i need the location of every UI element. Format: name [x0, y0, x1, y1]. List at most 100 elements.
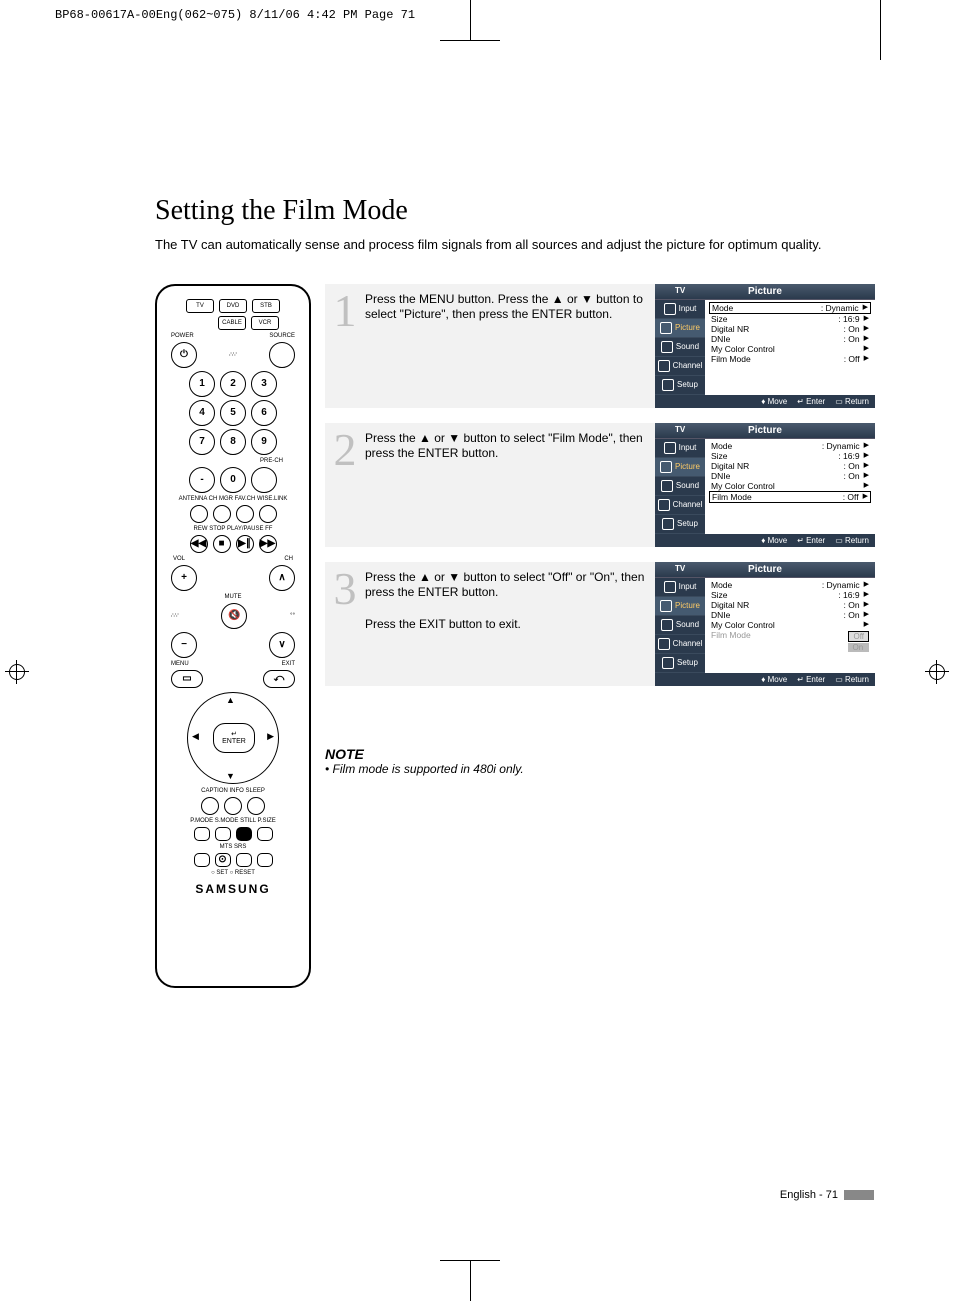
note-text: • Film mode is supported in 480i only.	[325, 762, 875, 776]
osd-sidebar-item: Picture	[655, 458, 705, 477]
pmode-btn	[194, 827, 210, 841]
osd-footer: ♦ Move↵ Enter▭ Return	[655, 673, 875, 686]
sidebar-icon	[658, 638, 670, 650]
footer-move: ♦ Move	[761, 675, 787, 684]
step-text: Press the ▲ or ▼ button to select "Film …	[365, 423, 655, 470]
bottom-labels1: CAPTION INFO SLEEP	[163, 788, 303, 794]
footer-return: ▭ Return	[835, 536, 869, 545]
sidebar-icon	[661, 341, 673, 353]
osd-sidebar-item: Picture	[655, 319, 705, 338]
note-heading: NOTE	[325, 746, 875, 762]
osd-main: Mode: Dynamic▶Size: 16:9▶Digital NR: On▶…	[705, 578, 875, 673]
osd-tv-indicator: TV	[675, 286, 685, 295]
bottom-labels3: MTS SRS	[163, 844, 303, 850]
osd-main: Mode: Dynamic▶Size: 16:9▶Digital NR: On▶…	[705, 300, 875, 395]
chmgr-btn	[213, 505, 231, 523]
osd-tv-indicator: TV	[675, 564, 685, 573]
sidebar-icon	[660, 461, 672, 473]
print-header: BP68-00617A-00Eng(062~075) 8/11/06 4:42 …	[55, 8, 415, 22]
ch-label: CH	[284, 556, 293, 562]
osd-screenshot: TVPictureInputPictureSoundChannelSetupMo…	[655, 284, 875, 408]
brand-label: SAMSUNG	[163, 882, 303, 896]
osd-footer: ♦ Move↵ Enter▭ Return	[655, 534, 875, 547]
osd-sidebar-item: Channel	[655, 357, 705, 376]
blank-c	[236, 853, 252, 867]
stop-btn: ■	[213, 535, 231, 553]
psize-btn	[257, 827, 273, 841]
favch-btn	[236, 505, 254, 523]
registration-mark	[925, 660, 949, 684]
osd-title: Picture	[655, 284, 875, 300]
ff-btn: ▶▶	[259, 535, 277, 553]
step-text: Press the MENU button. Press the ▲ or ▼ …	[365, 284, 655, 331]
sidebar-icon	[664, 303, 676, 315]
osd-menu-item: Film Mode: Off▶	[709, 354, 871, 364]
osd-sidebar-item: Setup	[655, 376, 705, 395]
osd-title: Picture	[655, 562, 875, 578]
sidebar-icon	[664, 581, 676, 593]
exit-button: ⤺	[263, 670, 295, 688]
osd-sidebar: InputPictureSoundChannelSetup	[655, 439, 705, 534]
osd-sidebar-item: Channel	[655, 496, 705, 515]
src-vcr: VCR	[251, 316, 279, 330]
exit-label: EXIT	[282, 661, 295, 667]
footer-enter: ↵ Enter	[797, 536, 825, 545]
osd-menu-item: Digital NR: On▶	[709, 461, 871, 471]
page-footer: English - 71	[780, 1189, 874, 1201]
instruction-step: 2Press the ▲ or ▼ button to select "Film…	[325, 423, 875, 547]
osd-sidebar-item: Setup	[655, 654, 705, 673]
power-button: ⏻	[171, 342, 197, 368]
key-9: 9	[251, 429, 277, 455]
osd-menu-item: DNIe: On▶	[709, 334, 871, 344]
mts-btn	[194, 853, 210, 867]
osd-menu-item: DNIe: On▶	[709, 471, 871, 481]
sidebar-icon	[661, 619, 673, 631]
source-button	[269, 342, 295, 368]
osd-tv-indicator: TV	[675, 425, 685, 434]
src-dvd: DVD	[219, 299, 247, 313]
osd-menu-item: Size: 16:9▶	[709, 314, 871, 324]
sidebar-icon	[660, 600, 672, 612]
osd-sidebar-item: Sound	[655, 616, 705, 635]
osd-menu-item: Digital NR: On▶	[709, 324, 871, 334]
key-dash: -	[189, 467, 215, 493]
osd-sidebar-item: Sound	[655, 477, 705, 496]
osd-sidebar-item: Input	[655, 578, 705, 597]
footer-return: ▭ Return	[835, 397, 869, 406]
osd-menu-item: Size: 16:9▶	[709, 451, 871, 461]
osd-sidebar-item: Input	[655, 300, 705, 319]
sidebar-icon	[658, 499, 670, 511]
step-number: 2	[325, 423, 365, 473]
footer-enter: ↵ Enter	[797, 675, 825, 684]
key-2: 2	[220, 371, 246, 397]
key-3: 3	[251, 371, 277, 397]
footer-enter: ↵ Enter	[797, 397, 825, 406]
osd-menu-item: DNIe: On▶	[709, 610, 871, 620]
transport-labels: REW STOP PLAY/PAUSE FF	[163, 526, 303, 532]
key-5: 5	[220, 400, 246, 426]
menu-button: ▭	[171, 670, 203, 688]
info-btn	[224, 797, 242, 815]
ch-up: ∧	[269, 565, 295, 591]
sidebar-icon	[662, 518, 674, 530]
osd-sidebar: InputPictureSoundChannelSetup	[655, 300, 705, 395]
set-reset-label: ○ SET ○ RESET	[163, 870, 303, 876]
key-1: 1	[189, 371, 215, 397]
key-4: 4	[189, 400, 215, 426]
crop-mark	[440, 1260, 500, 1261]
registration-mark	[5, 660, 29, 684]
src-cable: CABLE	[218, 316, 246, 330]
page-title: Setting the Film Mode	[155, 195, 875, 227]
step-number: 1	[325, 284, 365, 334]
wiselink-btn	[259, 505, 277, 523]
sidebar-icon	[660, 322, 672, 334]
antenna-btn	[190, 505, 208, 523]
function-labels: ANTENNA CH MGR FAV.CH WISE.LINK	[163, 496, 303, 502]
osd-menu-item: Size: 16:9▶	[709, 590, 871, 600]
key-7: 7	[189, 429, 215, 455]
sidebar-icon	[662, 379, 674, 391]
osd-menu-item: Mode: Dynamic▶	[709, 441, 871, 451]
osd-menu-item: My Color Control▶	[709, 481, 871, 491]
osd-option: Off	[848, 631, 869, 642]
footer-move: ♦ Move	[761, 397, 787, 406]
